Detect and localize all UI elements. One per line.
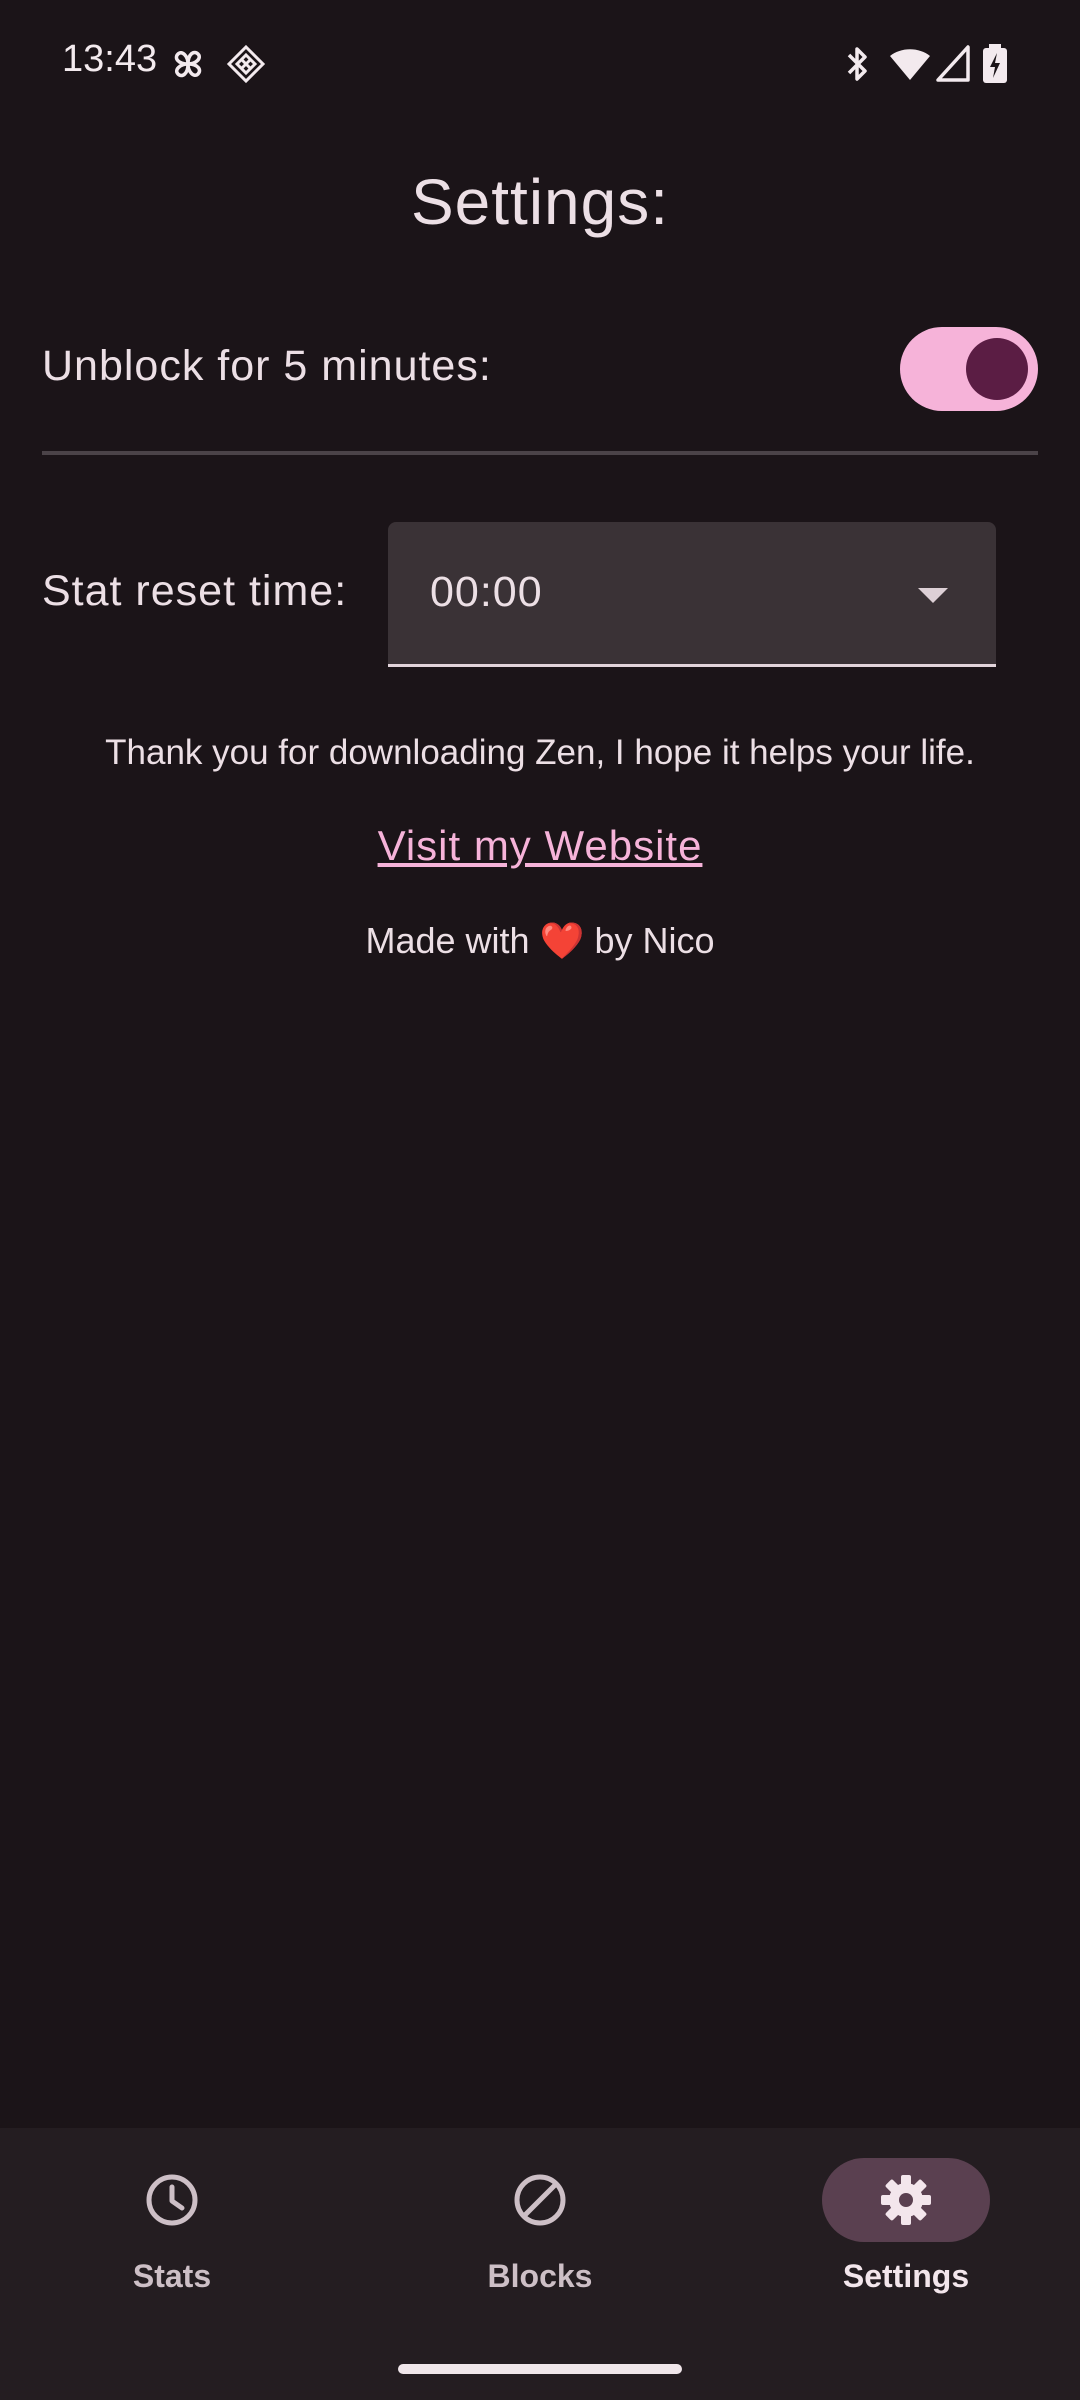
nav-icon-container [88,2158,256,2242]
nav-label-stats: Stats [132,2258,212,2294]
pinwheel-icon [174,50,202,78]
unblock-label: Unblock for 5 minutes: [42,342,492,390]
status-time: 13:43 [62,38,158,80]
website-link[interactable]: Visit my Website [378,822,703,869]
stat-reset-time-dropdown[interactable]: 00:00 [388,522,996,667]
unblock-toggle[interactable] [900,327,1038,411]
signal-icon [936,45,970,82]
made-with-text: Made with ❤️ by Nico [0,920,1080,962]
nav-item-stats[interactable]: Stats [52,2158,292,2328]
home-indicator[interactable] [398,2364,682,2374]
clock-icon [146,2174,198,2226]
gear-icon [881,2175,931,2225]
nav-icon-container [456,2158,624,2242]
battery-charging-icon [983,44,1007,83]
bottom-navigation: Stats Blocks Settings [0,2128,1080,2400]
dropdown-value: 00:00 [430,568,543,616]
website-link-row: Visit my Website [0,822,1080,870]
page-title: Settings: [410,166,670,238]
heart-icon: ❤️ [539,920,585,961]
nav-icon-container [822,2158,990,2242]
diamond-grid-icon [226,44,266,84]
stat-reset-label: Stat reset time: [42,567,348,615]
made-with-suffix: by Nico [594,920,715,961]
nav-label-blocks: Blocks [487,2258,593,2294]
wifi-icon [890,49,930,80]
block-icon [514,2174,566,2226]
nav-item-settings[interactable]: Settings [786,2158,1026,2328]
bluetooth-icon [847,47,867,81]
made-with-prefix: Made with [365,920,530,961]
status-bar: 13:43 [0,0,1080,130]
dropdown-arrow-icon [918,588,948,603]
divider [42,451,1038,455]
thanks-text: Thank you for downloading Zen, I hope it… [105,733,975,772]
nav-item-blocks[interactable]: Blocks [420,2158,660,2328]
toggle-thumb [966,338,1028,400]
nav-label-settings: Settings [842,2258,970,2294]
